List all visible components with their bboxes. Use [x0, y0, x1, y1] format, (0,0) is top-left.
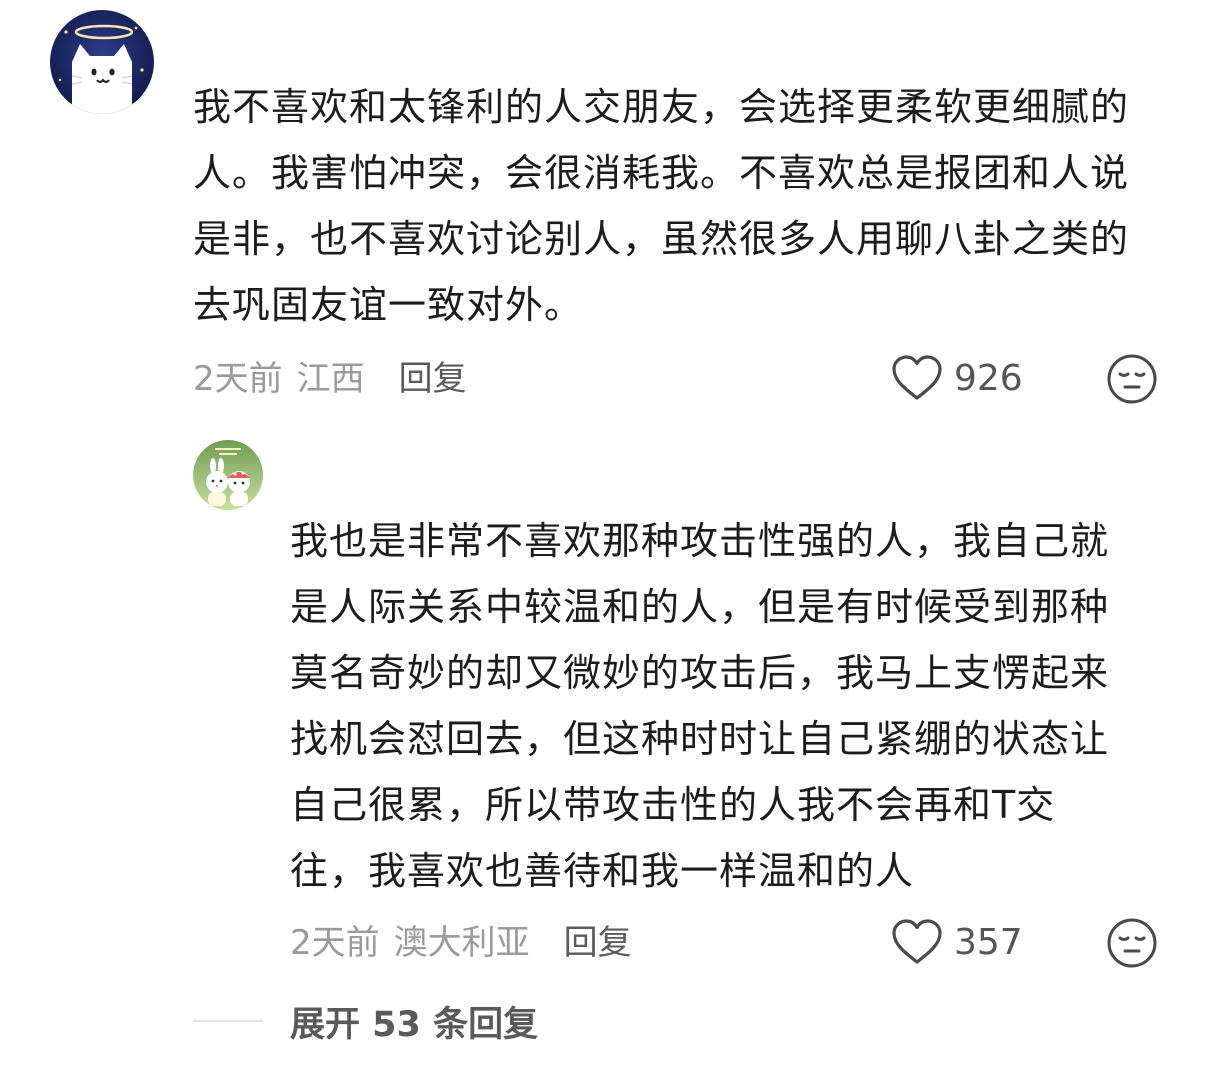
like-count: 926: [954, 357, 1023, 399]
meh-face-icon: [1107, 354, 1157, 404]
comment-meta: 2天前 江西 回复: [193, 350, 467, 400]
reply-button[interactable]: 回复: [399, 351, 467, 400]
avatar[interactable]: [50, 10, 154, 114]
dislike-button[interactable]: [1105, 916, 1159, 970]
reply-meta: 2天前 澳大利亚 回复: [290, 914, 632, 964]
like-button[interactable]: 357: [890, 912, 1023, 972]
reply-time: 2天前: [290, 922, 380, 963]
expand-replies-button[interactable]: 展开 53 条回复: [290, 996, 538, 1046]
like-count: 357: [954, 921, 1023, 963]
comment-time: 2天前: [193, 358, 283, 399]
heart-outline-icon: [892, 355, 942, 400]
reply-location: 澳大利亚: [393, 922, 530, 963]
reply-text: 我也是非常不喜欢那种攻击性强的人，我自己就是人际关系中较温和的人，但是有时候受到…: [290, 519, 1110, 893]
dislike-button[interactable]: [1105, 352, 1159, 406]
meh-face-icon: [1107, 918, 1157, 968]
reply-button[interactable]: 回复: [564, 915, 632, 964]
like-button[interactable]: 926: [890, 348, 1023, 408]
avatar[interactable]: [193, 440, 263, 510]
bunny-characters-avatar-icon: [193, 440, 263, 510]
expand-divider: [193, 1020, 263, 1022]
comment-text: 我不喜欢和太锋利的人交朋友，会选择更柔软更细腻的人。我害怕冲突，会很消耗我。不喜…: [193, 85, 1130, 327]
heart-outline-icon: [892, 919, 942, 964]
cat-angel-avatar-icon: [50, 10, 154, 114]
comment-location: 江西: [296, 358, 365, 399]
